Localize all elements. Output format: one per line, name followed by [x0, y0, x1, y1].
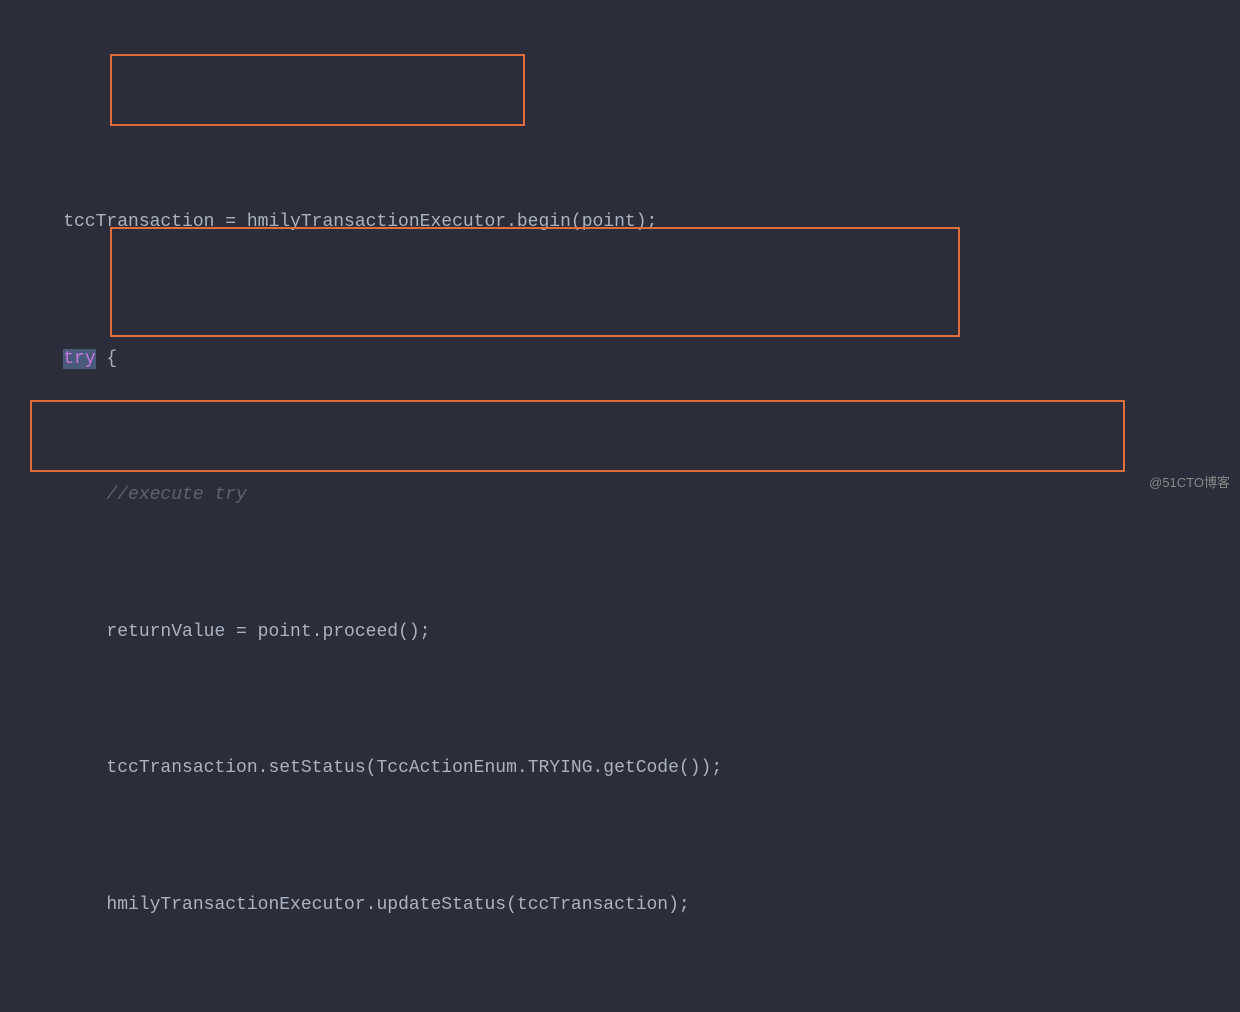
- highlight-box-cancel: [110, 227, 960, 337]
- brace: {: [96, 349, 118, 369]
- indent: [20, 758, 106, 778]
- code-line-3: //execute try: [20, 478, 1220, 512]
- indent: [20, 349, 63, 369]
- code-text: tccTransaction = hmilyTransactionExecuto…: [20, 212, 657, 232]
- keyword-try: try: [63, 349, 95, 369]
- highlight-box-try: [110, 54, 525, 126]
- highlight-box-confirm: [30, 400, 1125, 472]
- indent: [20, 622, 106, 642]
- indent: [20, 895, 106, 915]
- code-line-6: hmilyTransactionExecutor.updateStatus(tc…: [20, 888, 1220, 922]
- code-text: tccTransaction.setStatus(TccActionEnum.T…: [106, 758, 722, 778]
- code-line-1: tccTransaction = hmilyTransactionExecuto…: [20, 205, 1220, 239]
- code-line-4: returnValue = point.proceed();: [20, 615, 1220, 649]
- watermark: @51CTO博客: [1149, 471, 1230, 496]
- code-line-5: tccTransaction.setStatus(TccActionEnum.T…: [20, 751, 1220, 785]
- code-text: hmilyTransactionExecutor.updateStatus(tc…: [106, 895, 689, 915]
- code-line-2: try {: [20, 342, 1220, 376]
- indent: [20, 485, 106, 505]
- comment: //execute try: [106, 485, 246, 505]
- code-text: returnValue = point.proceed();: [106, 622, 430, 642]
- code-editor: tccTransaction = hmilyTransactionExecuto…: [0, 0, 1240, 1012]
